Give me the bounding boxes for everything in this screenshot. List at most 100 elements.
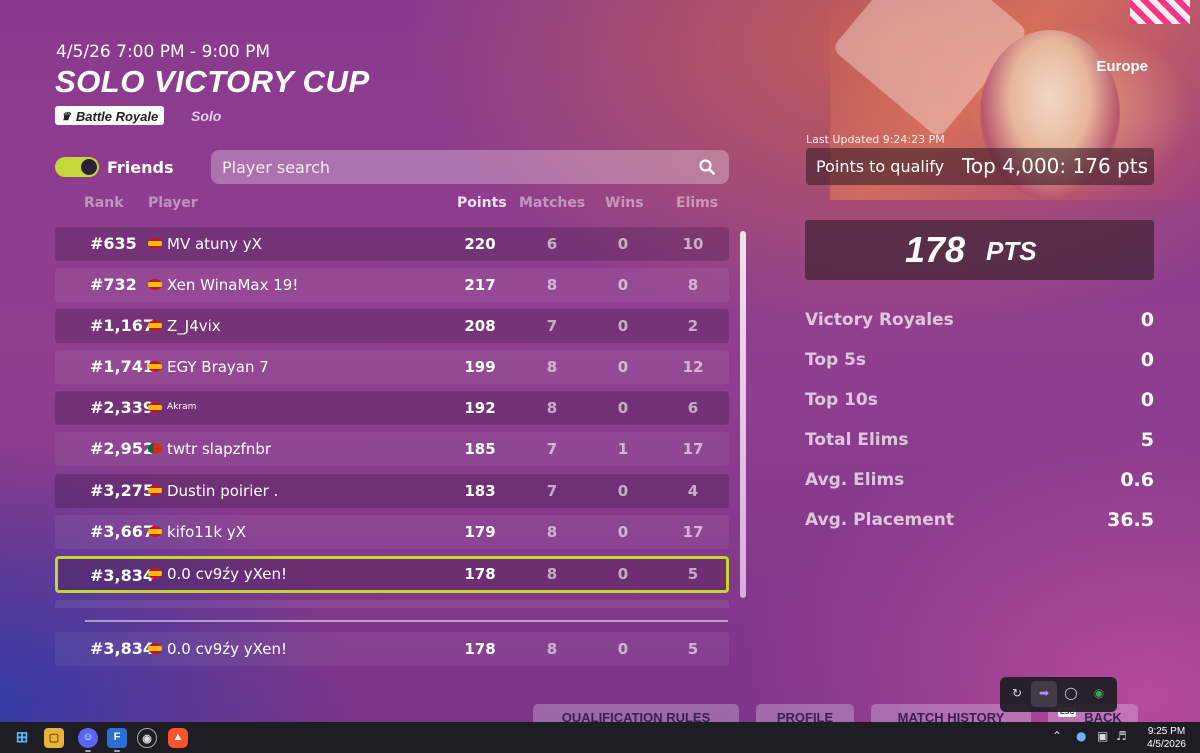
total-points-box: 178 PTS: [805, 220, 1154, 280]
stat-top5s: Top 5s 0: [805, 349, 1154, 374]
table-row[interactable]: #732 Xen WinaMax 19! 217 8 0 8: [55, 268, 729, 302]
stat-label: Total Elims: [805, 430, 909, 450]
xbox-icon[interactable]: ◉: [1086, 681, 1112, 707]
row-points: 178: [464, 565, 496, 583]
row-wins: 0: [617, 565, 629, 583]
brave-browser-icon[interactable]: ▲: [168, 728, 188, 748]
stat-label: Avg. Placement: [805, 510, 955, 530]
running-indicator: [85, 750, 91, 752]
row-wins: 0: [617, 399, 629, 417]
stat-avg-placement: Avg. Placement 36.5: [805, 509, 1154, 534]
row-points: 208: [464, 317, 496, 335]
mode-badge: ♛ Battle Royale: [55, 106, 165, 125]
pinned-player-row[interactable]: #3,834 0.0 cv9źy yXen! 178 8 0 5: [55, 632, 729, 666]
flag-spain-icon: [148, 402, 162, 413]
flag-spain-icon: [148, 320, 162, 331]
table-row[interactable]: #3,275 Dustin poirier . 183 7 0 4: [55, 474, 729, 508]
row-elims: 17: [682, 523, 704, 541]
qualify-value: Top 4,000: 176 pts: [962, 154, 1148, 178]
row-player: twtr slapzfnbr: [167, 440, 272, 458]
table-row[interactable]: #3,667 kifo11k yX 179 8 0 17: [55, 515, 729, 549]
row-rank: #2,952: [90, 439, 155, 458]
stat-label: Top 5s: [805, 350, 867, 370]
row-elims: 5: [687, 640, 699, 658]
row-matches: 8: [546, 640, 558, 658]
taskbar-clock[interactable]: 9:25 PM 4/5/2026: [1147, 725, 1186, 751]
windows-start-icon[interactable]: ⊞: [12, 728, 32, 748]
flag-spain-icon: [148, 485, 162, 496]
row-player: Z_J4vix: [167, 317, 221, 335]
table-row[interactable]: #635 MV atuny yX 220 6 0 10: [55, 227, 729, 261]
row-wins: 0: [617, 523, 629, 541]
stat-top10s: Top 10s 0: [805, 389, 1154, 414]
overlay-toolbar: ↻ ➡ ◯ ◉: [1000, 677, 1117, 712]
record-icon[interactable]: ◯: [1058, 681, 1084, 707]
flag-spain-icon: [148, 279, 162, 290]
volume-icon[interactable]: ♬: [1116, 729, 1127, 743]
stat-total-elims: Total Elims 5: [805, 429, 1154, 454]
row-rank: #2,339: [90, 398, 155, 417]
discord-icon[interactable]: ☺: [78, 728, 98, 748]
row-wins: 0: [617, 276, 629, 294]
table-row-current-player[interactable]: #3,834 0.0 cv9źy yXen! 178 8 0 5: [55, 556, 729, 593]
row-matches: 7: [546, 440, 558, 458]
row-wins: 0: [617, 640, 629, 658]
col-points[interactable]: Points: [457, 195, 507, 211]
stat-value: 0.6: [1120, 469, 1154, 491]
col-elims[interactable]: Elims: [676, 195, 718, 211]
table-row[interactable]: #2,952 twtr slapzfnbr 185 7 1 17: [55, 432, 729, 466]
microphone-icon[interactable]: ●: [1076, 729, 1086, 743]
row-points: 199: [464, 358, 496, 376]
search-icon[interactable]: [699, 159, 715, 175]
row-wins: 0: [617, 235, 629, 253]
row-rank: #3,834: [90, 566, 155, 585]
row-wins: 0: [617, 482, 629, 500]
row-elims: 10: [682, 235, 704, 253]
row-rank: #732: [90, 275, 137, 294]
toggle-knob: [81, 159, 97, 175]
event-datetime: 4/5/26 7:00 PM - 9:00 PM: [56, 42, 271, 62]
show-hidden-icons-chevron-icon[interactable]: ⌃: [1052, 729, 1062, 743]
last-updated: Last Updated 9:24:23 PM: [806, 133, 945, 146]
qualify-box: Points to qualify Top 4,000: 176 pts: [806, 148, 1154, 185]
stat-avg-elims: Avg. Elims 0.6: [805, 469, 1154, 494]
search-input[interactable]: [211, 150, 691, 184]
row-rank: #635: [90, 234, 137, 253]
stat-value: 0: [1140, 309, 1154, 331]
file-explorer-icon[interactable]: ▢: [44, 728, 64, 748]
row-matches: 8: [546, 399, 558, 417]
col-wins[interactable]: Wins: [605, 195, 644, 211]
fortnite-icon[interactable]: F: [107, 728, 127, 748]
row-player: Xen WinaMax 19!: [167, 276, 299, 294]
table-row[interactable]: #1,741 EGY Brayan 7 199 8 0 12: [55, 350, 729, 384]
row-player: Dustin poirier .: [167, 482, 279, 500]
clip-icon[interactable]: ➡: [1031, 681, 1057, 707]
flag-spain-icon: [148, 526, 162, 537]
player-search[interactable]: [211, 150, 729, 184]
row-player: kifo11k yX: [167, 523, 247, 541]
table-row[interactable]: #2,339 Akram 192 8 0 6: [55, 391, 729, 425]
leaderboard-scrollbar[interactable]: [740, 231, 746, 598]
row-points: 192: [464, 399, 496, 417]
steam-icon[interactable]: ◉: [137, 728, 157, 748]
friends-toggle[interactable]: [55, 157, 99, 177]
stat-victory-royales: Victory Royales 0: [805, 309, 1154, 334]
row-points: 185: [464, 440, 496, 458]
battle-royale-icon: ♛: [61, 110, 71, 123]
row-elims: 2: [687, 317, 699, 335]
flag-spain-icon: [148, 238, 162, 249]
flag-portugal-icon: [148, 443, 162, 454]
capture-icon[interactable]: ↻: [1004, 681, 1030, 707]
network-icon[interactable]: ▣: [1097, 729, 1108, 743]
banner-decoration: [1130, 0, 1190, 24]
row-rank: #1,167: [90, 316, 155, 335]
col-matches[interactable]: Matches: [519, 195, 585, 211]
mode-subtitle: Solo: [191, 108, 222, 124]
row-rank: #3,275: [90, 481, 155, 500]
row-matches: 6: [546, 235, 558, 253]
row-points: 217: [464, 276, 496, 294]
stat-value: 0: [1140, 349, 1154, 371]
row-matches: 8: [546, 276, 558, 294]
row-rank: #3,667: [90, 522, 155, 541]
table-row[interactable]: #1,167 Z_J4vix 208 7 0 2: [55, 309, 729, 343]
